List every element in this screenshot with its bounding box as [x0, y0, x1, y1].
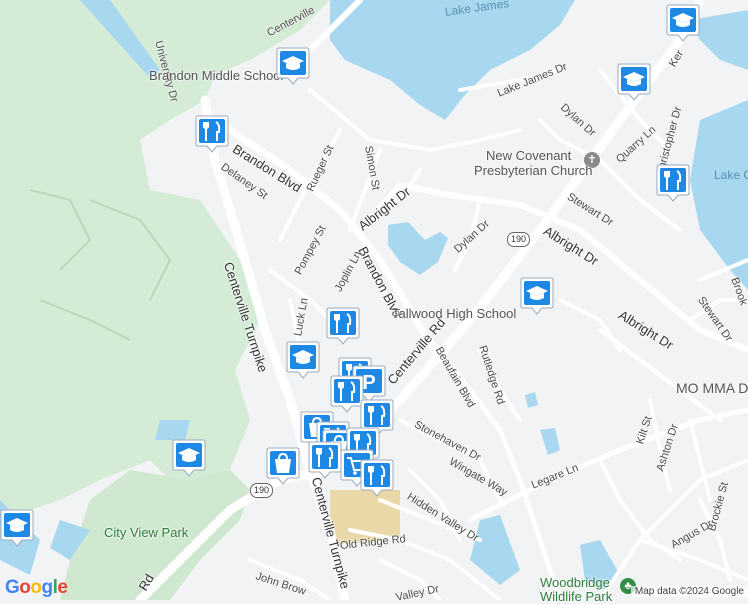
svg-text:P: P: [362, 372, 375, 394]
school-pin-icon[interactable]: [666, 3, 700, 43]
restaurant-pin-icon[interactable]: [195, 114, 229, 154]
google-logo: Google: [5, 577, 68, 598]
school-pin-icon[interactable]: [172, 438, 206, 478]
place-city-view-park[interactable]: City View Park: [104, 525, 188, 540]
school-pin-icon[interactable]: [617, 62, 651, 102]
place-woodbridge-1[interactable]: Woodbridge: [540, 575, 610, 590]
shopping-bag-pin-icon[interactable]: [266, 446, 300, 486]
place-brandon-middle[interactable]: Brandon Middle School: [149, 68, 283, 83]
place-mo-mma[interactable]: MO MMA D: [676, 380, 748, 396]
restaurant-pin-icon[interactable]: [326, 306, 360, 346]
lake-right-label: Lake C: [714, 168, 748, 182]
school-pin-icon[interactable]: [286, 340, 320, 380]
restaurant-pin-icon[interactable]: [656, 163, 690, 203]
map-attribution[interactable]: Map data ©2024 Google: [630, 586, 748, 597]
place-woodbridge-2[interactable]: Wildlife Park: [540, 589, 612, 604]
place-tallwood-high[interactable]: Tallwood High School: [392, 306, 516, 321]
restaurant-pin-icon[interactable]: [308, 440, 342, 480]
school-pin-icon[interactable]: [276, 46, 310, 86]
school-pin-icon[interactable]: [520, 276, 554, 316]
restaurant-pin-icon[interactable]: [360, 458, 394, 498]
route-190-shield-a: 190: [507, 232, 531, 247]
restaurant-pin-icon[interactable]: [330, 374, 364, 414]
school-pin-icon[interactable]: [0, 508, 34, 548]
place-new-covenant-2[interactable]: Presbyterian Church: [474, 163, 593, 178]
place-new-covenant-1[interactable]: New Covenant: [486, 148, 571, 163]
